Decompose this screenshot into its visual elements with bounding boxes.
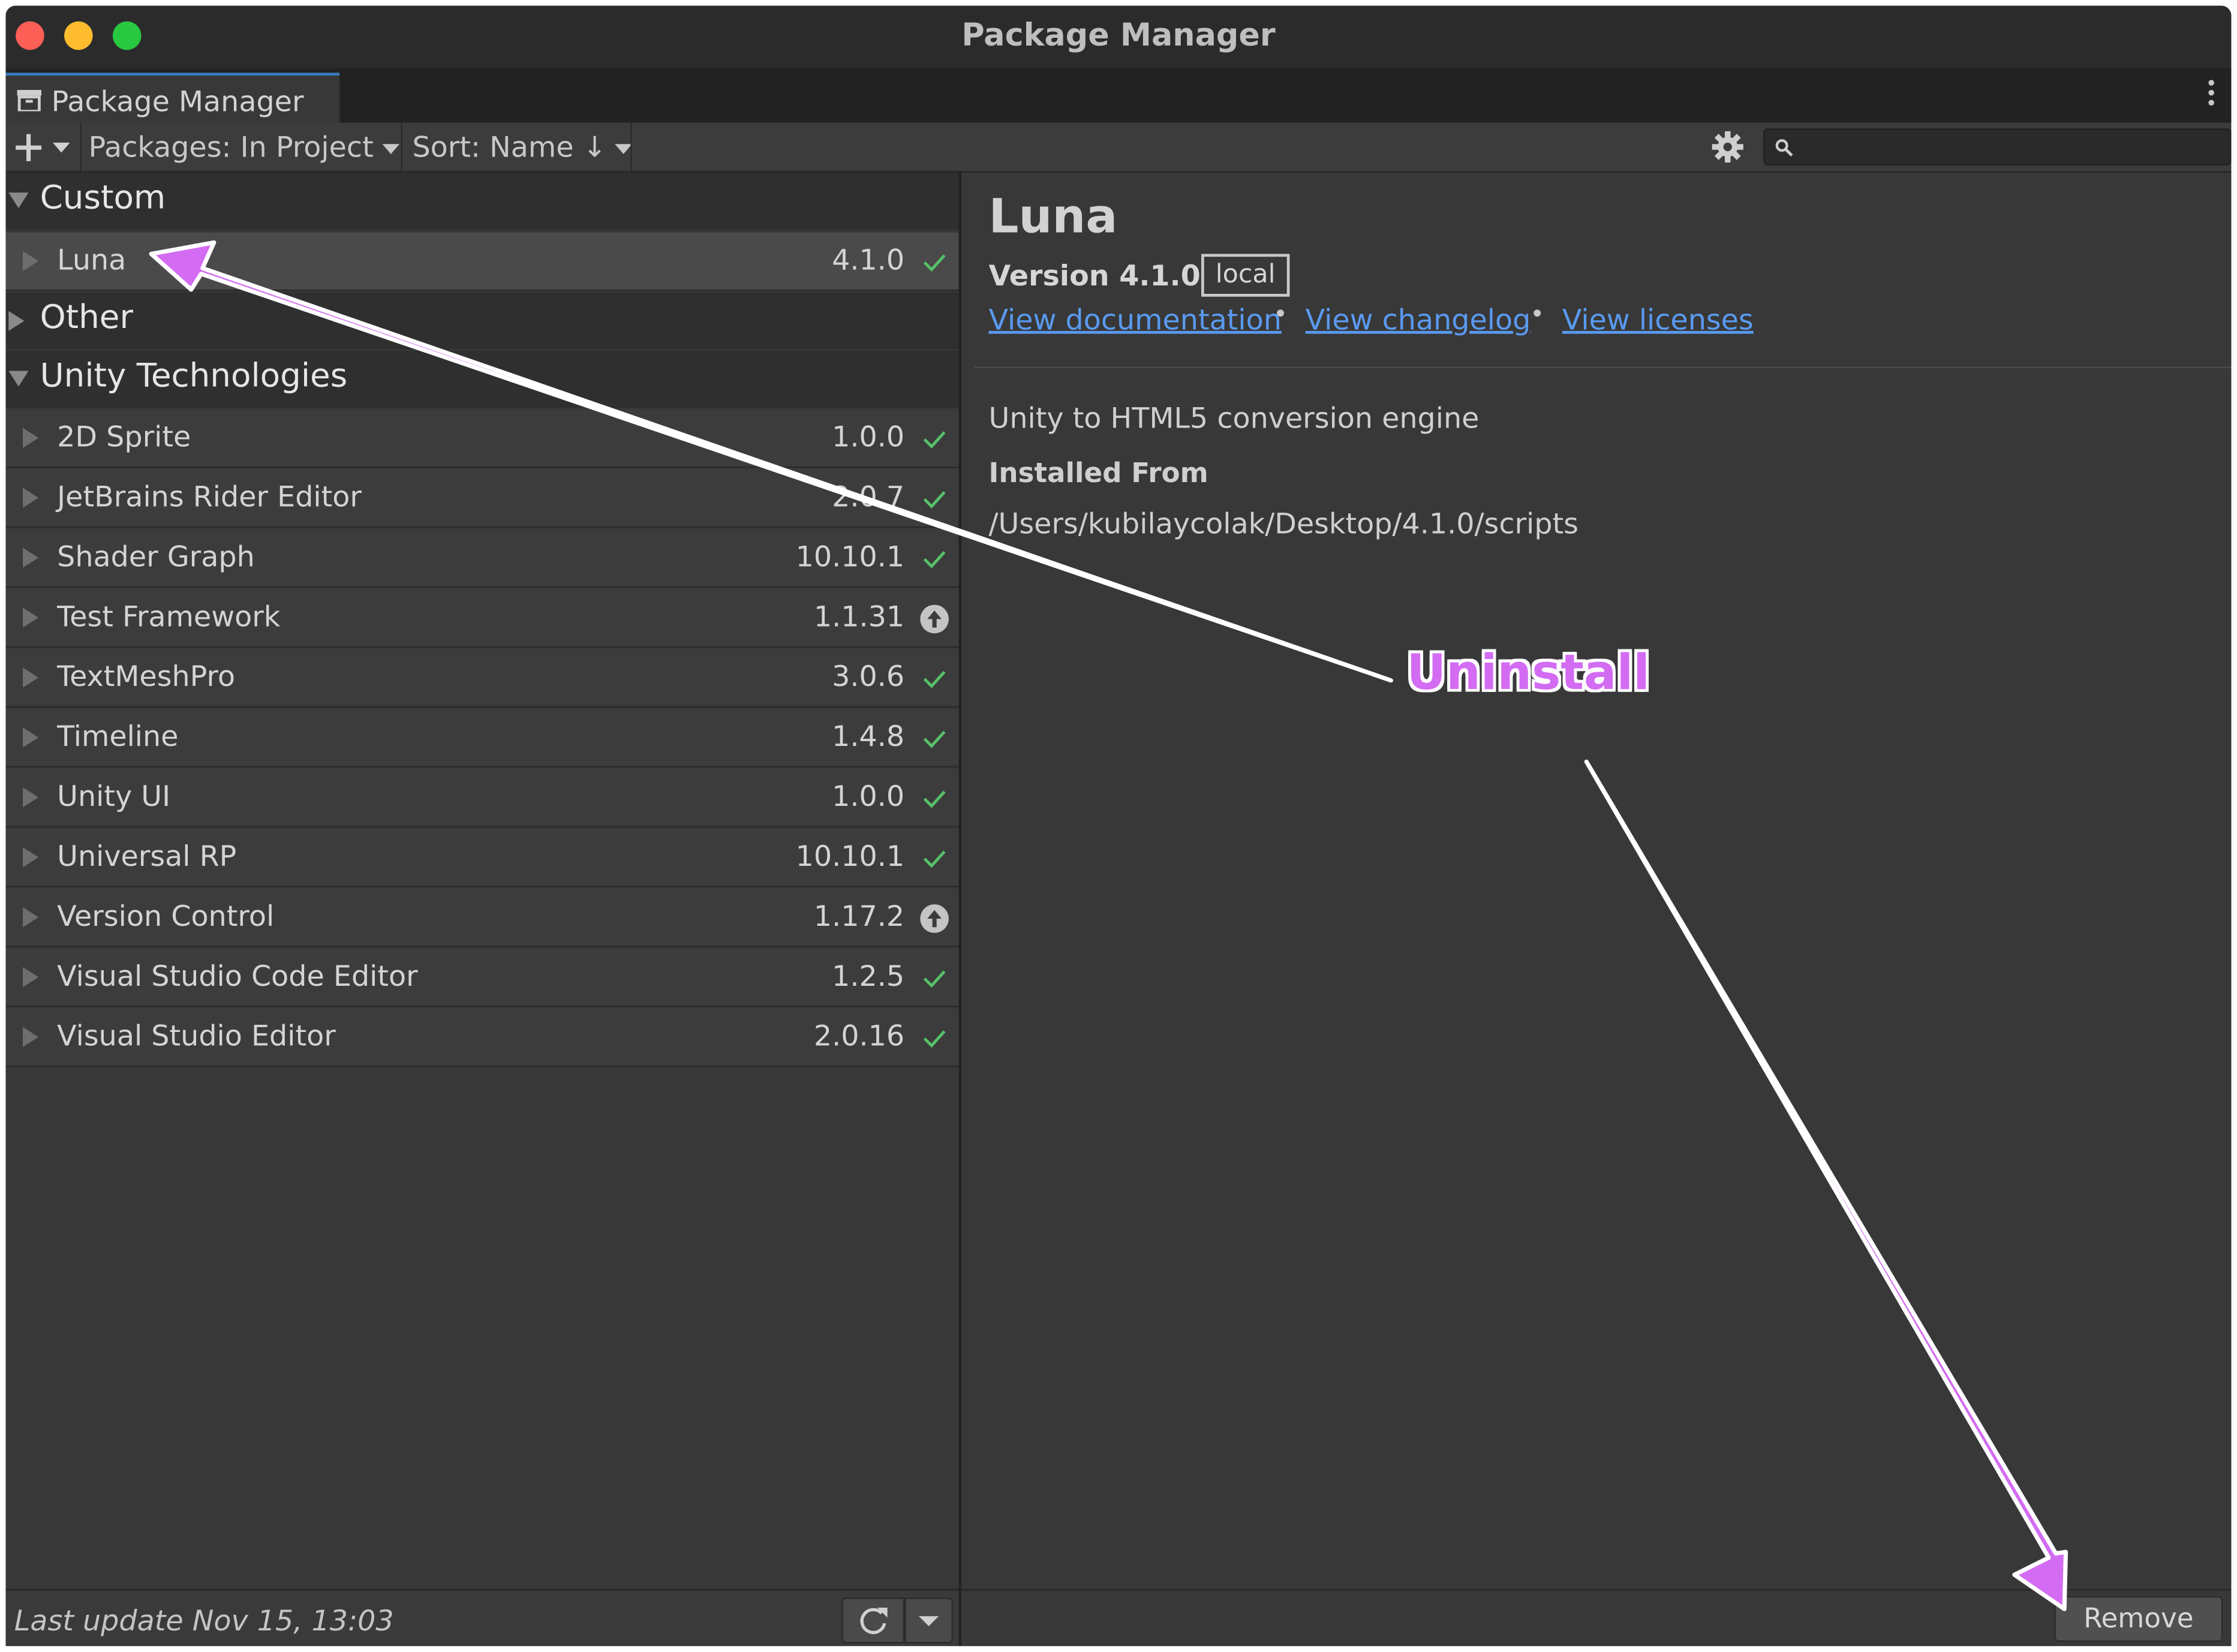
annotation-arrow-to-luna [149, 240, 1393, 683]
annotation-overlay [149, 240, 2068, 1611]
annotation-arrow-to-remove [1584, 759, 2068, 1611]
annotation-label: Uninstall [1406, 645, 1650, 702]
screenshot-stage: Package Manager Package Manager Packages… [0, 0, 2237, 1652]
